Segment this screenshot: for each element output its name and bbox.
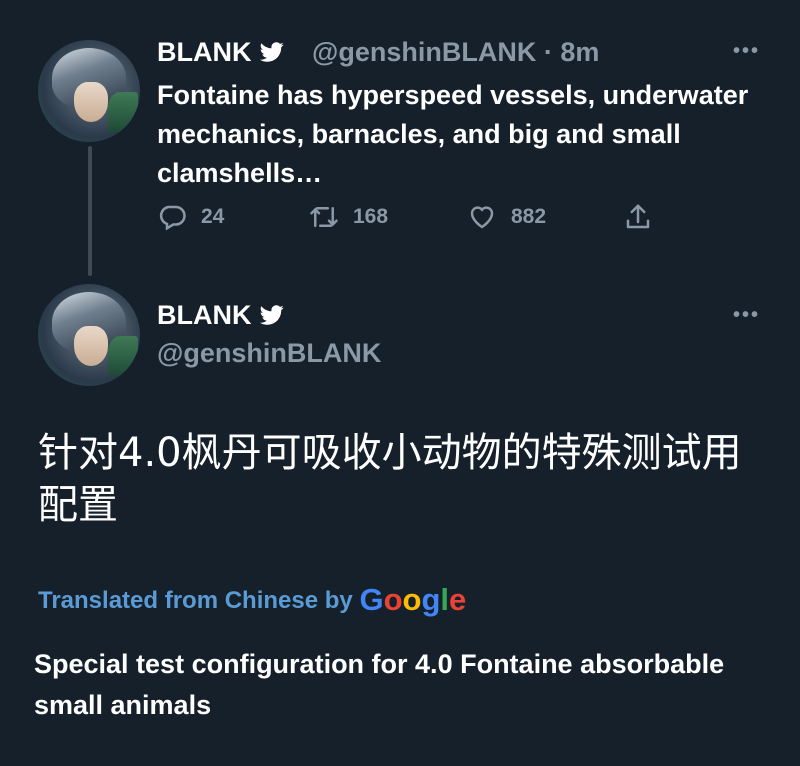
avatar-leaf [108,336,138,376]
like-button[interactable]: 882 [467,202,546,232]
retweet-button[interactable]: 168 [309,202,388,232]
retweet-icon [310,207,338,227]
reply-count: 24 [201,205,225,228]
reply-icon [159,205,186,231]
translated-label: Translated from Chinese by [38,587,353,614]
translation-attribution[interactable]: Translated from Chinese by Google [38,582,466,618]
author-handle-time[interactable]: @genshinBLANK · 8m [312,37,599,68]
google-logo-letter: G [359,582,384,617]
like-count: 882 [511,205,547,228]
retweet-count: 168 [353,205,389,228]
share-button[interactable] [623,202,667,232]
avatar-face [74,82,108,122]
share-icon [626,204,650,229]
tweet-text: Fontaine has hyperspeed vessels, underwa… [157,80,749,188]
translated-text: Special test configuration for 4.0 Fonta… [34,649,725,720]
verified-bird-icon [259,305,284,325]
avatar[interactable] [38,40,140,142]
author-name-text[interactable]: BLANK [157,37,252,67]
author-name[interactable]: BLANK [157,300,286,331]
verified-bird-icon [259,42,284,62]
author-handle[interactable]: @genshinBLANK [157,338,381,369]
more-options-icon[interactable]: ••• [733,40,760,63]
avatar-leaf [108,92,138,132]
author-name-text[interactable]: BLANK [157,300,252,330]
google-logo-letter: o [402,582,422,617]
google-logo-letter: o [383,582,403,617]
google-logo-letter: g [421,582,441,617]
avatar[interactable] [38,284,140,386]
author-name[interactable]: BLANK [157,37,286,68]
google-logo-letter: l [440,582,449,617]
google-logo: Google [359,582,466,617]
tweet-actions: 24 168 882 [157,202,677,238]
avatar-face [74,326,108,366]
reply-button[interactable]: 24 [157,202,224,232]
thread-line [88,146,92,276]
tweet-text: 针对4.0枫丹可吸收小动物的特殊测试用配置 [38,430,742,528]
google-logo-letter: e [449,582,467,617]
more-options-icon[interactable]: ••• [733,304,760,327]
heart-icon [470,206,494,229]
